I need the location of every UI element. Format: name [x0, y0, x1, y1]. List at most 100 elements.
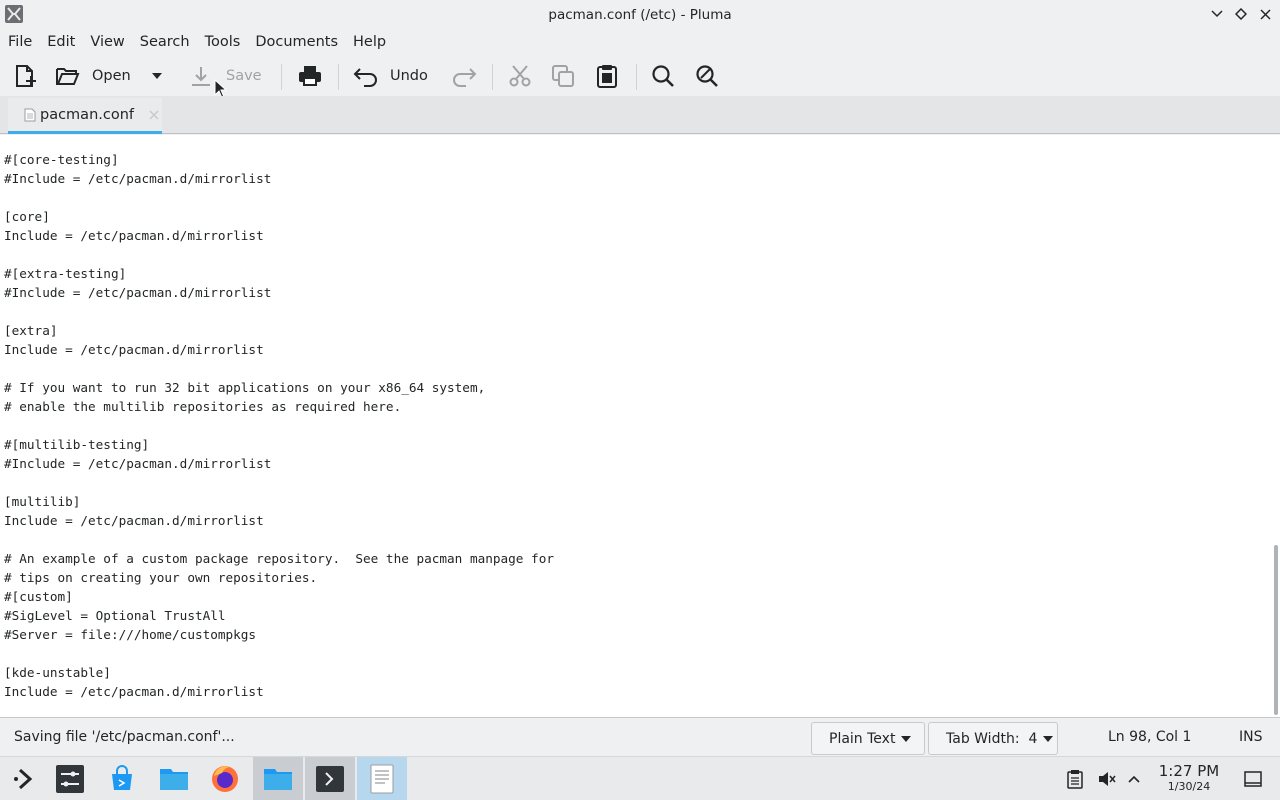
terminal-window-task[interactable]	[305, 757, 355, 800]
editor-line[interactable]	[4, 530, 554, 549]
search-icon	[652, 65, 674, 87]
download-save-icon	[192, 67, 210, 86]
application-launcher[interactable]	[0, 757, 50, 800]
tab-pacman-conf[interactable]: pacman.conf	[8, 98, 162, 134]
editor-line[interactable]: [multilib]	[4, 492, 554, 511]
editor-line[interactable]: # If you want to run 32 bit applications…	[4, 378, 554, 397]
paste-button[interactable]	[594, 56, 620, 96]
status-bar: Saving file '/etc/pacman.conf'... Plain …	[0, 719, 1280, 756]
cursor-position: Ln 98, Col 1	[1108, 729, 1192, 745]
firefox-launcher[interactable]	[200, 757, 250, 800]
editor-line[interactable]: [extra]	[4, 321, 554, 340]
open-button[interactable]: Open	[54, 56, 131, 96]
clipboard-paste-icon	[597, 65, 617, 88]
show-desktop-button[interactable]	[1244, 757, 1262, 800]
editor-line[interactable]	[4, 245, 554, 264]
title-bar: pacman.conf (/etc) - Pluma	[0, 0, 1280, 29]
firefox-icon	[212, 765, 238, 792]
menu-file[interactable]: File	[2, 34, 38, 50]
status-message: Saving file '/etc/pacman.conf'...	[14, 729, 235, 745]
editor-line[interactable]: #Include = /etc/pacman.d/mirrorlist	[4, 283, 554, 302]
editor-content[interactable]: #[core-testing] #Include = /etc/pacman.d/…	[4, 150, 554, 701]
close-window-button[interactable]	[1256, 4, 1274, 24]
cut-button[interactable]	[507, 56, 533, 96]
toolbar-separator	[281, 64, 282, 90]
editor-line[interactable]: # An example of a custom package reposit…	[4, 549, 554, 568]
software-center-launcher[interactable]	[97, 757, 147, 800]
toolbar-separator	[636, 64, 637, 90]
editor-line[interactable]: #Include = /etc/pacman.d/mirrorlist	[4, 169, 554, 188]
caret-down-icon	[901, 735, 912, 742]
find-button[interactable]	[650, 56, 676, 96]
maximize-button[interactable]	[1232, 4, 1250, 24]
clock-time: 1:27 PM	[1158, 762, 1220, 780]
file-manager-window-task[interactable]	[253, 757, 303, 800]
editor-line[interactable]: Include = /etc/pacman.d/mirrorlist	[4, 226, 554, 245]
language-selector[interactable]: Plain Text	[811, 722, 925, 755]
pluma-window-task[interactable]	[357, 757, 407, 800]
menu-help[interactable]: Help	[347, 34, 392, 50]
show-hidden-tray-button[interactable]	[1127, 757, 1141, 800]
redo-button[interactable]	[450, 56, 478, 96]
editor-line[interactable]: [core]	[4, 207, 554, 226]
editor-line[interactable]: #[core-testing]	[4, 150, 554, 169]
open-recent-dropdown[interactable]	[150, 56, 164, 96]
menu-documents[interactable]: Documents	[249, 34, 344, 50]
undo-arrow-icon	[353, 68, 377, 87]
scrollbar-thumb[interactable]	[1274, 545, 1278, 715]
editor-line[interactable]: #SigLevel = Optional TrustAll	[4, 606, 554, 625]
editor-line[interactable]: # tips on creating your own repositories…	[4, 568, 554, 587]
text-editor[interactable]: #[core-testing] #Include = /etc/pacman.d/…	[0, 135, 1280, 718]
tab-width-selector[interactable]: Tab Width: 4	[928, 722, 1058, 755]
language-label: Plain Text	[829, 730, 896, 747]
editor-line[interactable]: # enable the multilib repositories as re…	[4, 397, 554, 416]
editor-line[interactable]	[4, 188, 554, 207]
minimize-button[interactable]	[1208, 4, 1226, 24]
editor-line[interactable]: #Server = file:///home/custompkgs	[4, 625, 554, 644]
editor-line[interactable]: #[extra-testing]	[4, 264, 554, 283]
system-settings-launcher[interactable]	[45, 757, 95, 800]
editor-line[interactable]: #[custom]	[4, 587, 554, 606]
clipboard-tray-icon[interactable]	[1066, 757, 1084, 800]
find-replace-button[interactable]	[694, 56, 720, 96]
file-manager-launcher[interactable]	[149, 757, 199, 800]
copy-button[interactable]	[550, 56, 576, 96]
tab-width-label: Tab Width: 4	[946, 730, 1038, 747]
editor-line[interactable]	[4, 302, 554, 321]
editor-line[interactable]: #Include = /etc/pacman.d/mirrorlist	[4, 454, 554, 473]
clock[interactable]: 1:27 PM 1/30/24	[1155, 762, 1223, 793]
editor-line[interactable]	[4, 644, 554, 663]
toolbar: Open Save Undo	[0, 56, 1280, 99]
editor-line[interactable]: Include = /etc/pacman.d/mirrorlist	[4, 682, 554, 701]
taskbar: 1:27 PM 1/30/24	[0, 756, 1280, 800]
menu-edit[interactable]: Edit	[41, 34, 81, 50]
editor-line[interactable]	[4, 473, 554, 492]
desktop-icon	[1244, 770, 1262, 787]
menu-tools[interactable]: Tools	[199, 34, 247, 50]
new-document-button[interactable]	[12, 56, 38, 96]
editor-line[interactable]	[4, 416, 554, 435]
menu-view[interactable]: View	[84, 34, 130, 50]
chevron-down-icon	[152, 73, 162, 79]
close-tab-icon[interactable]	[148, 109, 160, 121]
vertical-scrollbar[interactable]	[1272, 135, 1280, 718]
tab-label: pacman.conf	[40, 106, 135, 123]
redo-arrow-icon	[453, 68, 477, 87]
toolbar-separator	[338, 64, 339, 90]
toolbar-separator	[492, 64, 493, 90]
insert-mode-indicator: INS	[1239, 729, 1263, 745]
caret-down-icon	[1043, 735, 1054, 742]
printer-icon	[299, 66, 321, 86]
editor-line[interactable]: Include = /etc/pacman.d/mirrorlist	[4, 511, 554, 530]
print-button[interactable]	[296, 56, 324, 96]
window-title: pacman.conf (/etc) - Pluma	[548, 6, 732, 23]
editor-line[interactable]: [kde-unstable]	[4, 663, 554, 682]
editor-line[interactable]: #[multilib-testing]	[4, 435, 554, 454]
editor-line[interactable]: Include = /etc/pacman.d/mirrorlist	[4, 340, 554, 359]
document-tab-bar: pacman.conf	[0, 96, 1280, 134]
menu-search[interactable]: Search	[134, 34, 196, 50]
chevron-down-icon	[1211, 10, 1223, 18]
undo-button[interactable]: Undo	[352, 56, 428, 96]
volume-tray-icon[interactable]	[1097, 757, 1117, 800]
editor-line[interactable]	[4, 359, 554, 378]
